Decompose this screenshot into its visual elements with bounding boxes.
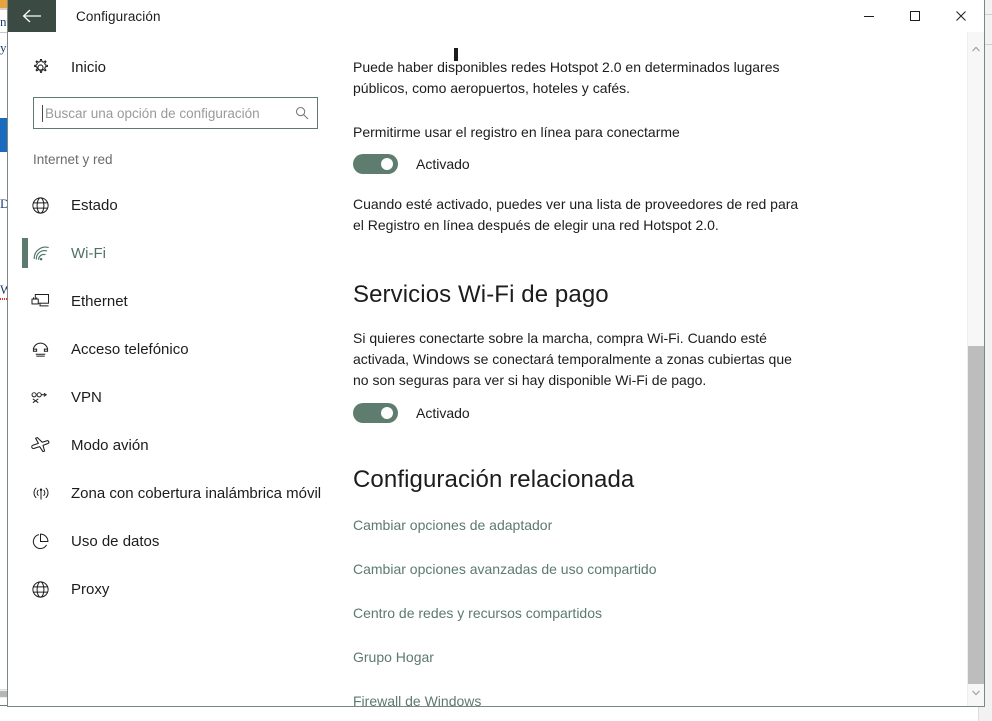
online-signup-help: Cuando esté activado, puedes ver una lis… <box>353 196 799 233</box>
scroll-up-button[interactable] <box>968 40 984 57</box>
sidebar-item-label: Proxy <box>71 580 110 598</box>
title-bar: Configuración <box>8 0 984 32</box>
back-arrow-icon <box>22 9 41 23</box>
online-signup-toggle-label: Activado <box>416 156 470 172</box>
search-icon[interactable] <box>287 106 317 120</box>
scroll-down-button[interactable] <box>968 684 984 701</box>
content-scrollbar[interactable] <box>967 32 984 706</box>
search-placeholder: Buscar una opción de configuración <box>45 105 260 121</box>
sidebar-item-estado[interactable]: Estado <box>8 181 342 229</box>
paid-services-heading: Servicios Wi-Fi de pago <box>353 281 609 308</box>
sidebar-item-label: Zona con cobertura inalámbrica móvil <box>71 484 322 502</box>
sidebar-section-title: Internet y red <box>33 152 113 167</box>
minimize-button[interactable] <box>846 0 892 32</box>
gear-icon <box>31 58 61 77</box>
sidebar-item-label: VPN <box>71 388 102 406</box>
sidebar: Inicio Buscar una opción de configuració… <box>8 32 342 706</box>
sidebar-item-label: Acceso telefónico <box>71 340 189 358</box>
sidebar-item-proxy[interactable]: Proxy <box>8 565 342 613</box>
pie-chart-icon <box>31 532 61 551</box>
related-link[interactable]: Centro de redes y recursos compartidos <box>353 605 602 621</box>
sidebar-item-label: Wi-Fi <box>71 244 106 262</box>
chevron-down-icon <box>972 690 980 695</box>
paid-services-toggle-row: Activado <box>353 403 984 423</box>
related-links-list: Cambiar opciones de adaptador Cambiar op… <box>353 517 984 706</box>
airplane-icon <box>31 436 61 454</box>
paid-services-toggle[interactable] <box>353 403 398 423</box>
close-button[interactable] <box>938 0 984 32</box>
ethernet-icon <box>31 293 61 310</box>
maximize-button[interactable] <box>892 0 938 32</box>
sidebar-item-vpn[interactable]: VPN <box>8 373 342 421</box>
online-signup-toggle[interactable] <box>353 154 398 174</box>
toggle-knob <box>381 407 393 419</box>
sidebar-item-home[interactable]: Inicio <box>8 50 342 84</box>
hotspot-description: Puede haber disponibles redes Hotspot 2.… <box>353 59 780 96</box>
sidebar-item-zona-cobertura-movil[interactable]: Zona con cobertura inalámbrica móvil <box>8 469 342 517</box>
clipped-heading-fragment <box>454 48 458 61</box>
sidebar-item-modo-avion[interactable]: Modo avión <box>8 421 342 469</box>
related-link[interactable]: Cambiar opciones de adaptador <box>353 517 552 533</box>
sidebar-nav-list: Estado Wi-Fi Ethernet Acceso telefónico … <box>8 181 342 613</box>
related-link[interactable]: Cambiar opciones avanzadas de uso compar… <box>353 561 657 577</box>
globe-icon <box>31 196 61 215</box>
search-input[interactable]: Buscar una opción de configuración <box>33 97 318 129</box>
globe-icon <box>31 580 61 599</box>
related-link[interactable]: Grupo Hogar <box>353 649 434 665</box>
content-inner: Puede haber disponibles redes Hotspot 2.… <box>342 48 984 706</box>
search-text-cursor <box>42 105 43 122</box>
online-signup-label: Permitirme usar el registro en línea par… <box>353 124 680 140</box>
content-area: Puede haber disponibles redes Hotspot 2.… <box>342 32 984 706</box>
chevron-up-icon <box>972 46 980 51</box>
related-link[interactable]: Firewall de Windows <box>353 693 481 706</box>
sidebar-item-label: Modo avión <box>71 436 149 454</box>
sidebar-item-home-label: Inicio <box>71 58 107 76</box>
related-settings-heading: Configuración relacionada <box>353 466 635 493</box>
back-button[interactable] <box>8 0 56 32</box>
vpn-icon <box>31 390 61 405</box>
minimize-icon <box>864 16 874 17</box>
sidebar-item-label: Estado <box>71 196 118 214</box>
maximize-icon <box>910 11 920 21</box>
scroll-thumb[interactable] <box>968 346 984 684</box>
paid-services-toggle-label: Activado <box>416 405 470 421</box>
sidebar-item-wifi[interactable]: Wi-Fi <box>8 229 342 277</box>
window-body: Inicio Buscar una opción de configuració… <box>8 32 984 706</box>
settings-window: Configuración Inicio Buscar una opción d… <box>7 0 985 707</box>
sidebar-item-label: Uso de datos <box>71 532 160 550</box>
online-signup-toggle-row: Activado <box>353 154 984 174</box>
close-icon <box>956 11 966 21</box>
sidebar-item-ethernet[interactable]: Ethernet <box>8 277 342 325</box>
sidebar-item-acceso-telefonico[interactable]: Acceso telefónico <box>8 325 342 373</box>
sidebar-item-uso-de-datos[interactable]: Uso de datos <box>8 517 342 565</box>
hotspot-icon <box>31 485 61 502</box>
window-title: Configuración <box>76 8 161 24</box>
titlebar-spacer <box>161 0 846 32</box>
sidebar-item-label: Ethernet <box>71 292 128 310</box>
toggle-knob <box>381 158 393 170</box>
dialup-phone-icon <box>31 341 61 358</box>
paid-services-description: Si quieres conectarte sobre la marcha, c… <box>353 330 792 388</box>
wifi-icon <box>31 245 61 262</box>
